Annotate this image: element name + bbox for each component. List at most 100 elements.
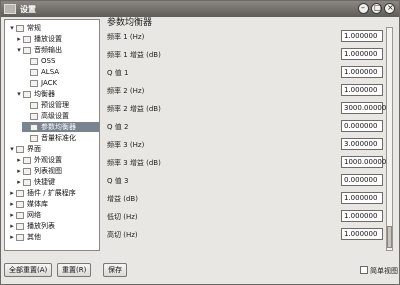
tree-item-label: JACK — [41, 79, 58, 87]
settings-category-icon — [23, 90, 31, 98]
tree-item-label: 列表视图 — [34, 167, 62, 175]
settings-category-icon — [16, 200, 24, 208]
value-input[interactable]: 1.000000 — [341, 84, 383, 96]
value-input[interactable]: 1000.000000 — [341, 156, 391, 168]
tree-item[interactable]: ▾ 音频输出 — [15, 45, 99, 55]
tree-item-label: 网络 — [27, 211, 41, 219]
tree-item-label: 播放设置 — [34, 35, 62, 43]
settings-category-icon — [30, 79, 38, 87]
tree-item[interactable]: ▸ 其他 — [8, 232, 99, 242]
value-input[interactable]: 1.000000 — [341, 66, 383, 78]
tree-item[interactable]: ▾ 均衡器 — [15, 89, 99, 99]
expand-closed-icon[interactable]: ▸ — [8, 232, 16, 242]
field-label: 高切 (Hz) — [107, 231, 138, 239]
value-input[interactable]: 1.000000 — [341, 30, 383, 42]
field-label: Q 值 3 — [107, 177, 129, 185]
expand-closed-icon[interactable]: ▸ — [15, 155, 23, 165]
tree-item[interactable]: ▸ 媒体库 — [8, 199, 99, 209]
tree-item[interactable]: ▸ 外观设置 — [15, 155, 99, 165]
window-title: 设置 — [20, 4, 36, 14]
reset-all-button[interactable]: 全部重置(A) — [4, 263, 53, 277]
save-button[interactable]: 保存 — [103, 263, 127, 277]
tree-item[interactable]: 高级设置 — [22, 111, 99, 121]
settings-category-icon — [23, 46, 31, 54]
settings-category-icon — [30, 57, 38, 65]
tree-item[interactable]: ▾ 常规 — [8, 23, 99, 33]
tree-item[interactable]: ▸ 快捷键 — [15, 177, 99, 187]
tree-item[interactable]: JACK — [22, 78, 99, 88]
tree-item-label: 高级设置 — [41, 112, 69, 120]
settings-category-icon — [30, 68, 38, 76]
value-input[interactable]: 0.000000 — [341, 174, 383, 186]
value-input[interactable]: 1.000000 — [341, 228, 383, 240]
field-label: 增益 (dB) — [107, 195, 138, 203]
expand-closed-icon[interactable]: ▸ — [15, 177, 23, 187]
tree-item-label: 插件 / 扩展程序 — [27, 189, 76, 197]
tree-item-label: 参数均衡器 — [41, 123, 76, 131]
tree-item-label: 界面 — [27, 145, 41, 153]
settings-category-icon — [30, 101, 38, 109]
expand-open-icon[interactable]: ▾ — [8, 144, 16, 154]
expand-open-icon[interactable]: ▾ — [8, 23, 16, 33]
settings-category-icon — [16, 211, 24, 219]
settings-category-icon — [16, 189, 24, 197]
tree-item[interactable]: ▸ 播放列表 — [8, 221, 99, 231]
settings-category-icon — [16, 24, 24, 32]
value-input[interactable]: 0.000000 — [341, 120, 383, 132]
field-label: 频率 1 (Hz) — [107, 33, 145, 41]
tree-item[interactable]: ▸ 播放设置 — [15, 34, 99, 44]
expand-closed-icon[interactable]: ▸ — [8, 221, 16, 231]
tree-item-label: 常规 — [27, 24, 41, 32]
settings-category-icon — [30, 123, 38, 131]
bottom-bar: 全部重置(A) 重置(R) 保存 简单视图 — [1, 259, 399, 285]
tree-item[interactable]: 音量标准化 — [22, 133, 99, 143]
simple-view-checkbox[interactable] — [360, 266, 368, 274]
settings-category-icon — [23, 167, 31, 175]
settings-category-icon — [30, 134, 38, 142]
tree-item[interactable]: OSS — [22, 56, 99, 66]
tree-item-label: 播放列表 — [27, 222, 55, 230]
tree-item[interactable]: ▸ 插件 / 扩展程序 — [8, 188, 99, 198]
tree-item[interactable]: ▾ 界面 — [8, 144, 99, 154]
field-label: Q 值 1 — [107, 69, 129, 77]
value-input[interactable]: 1.000000 — [341, 192, 383, 204]
tree-item-label: ALSA — [41, 68, 60, 76]
value-input[interactable]: 3.000000 — [341, 138, 383, 150]
value-input[interactable]: 1.000000 — [341, 210, 383, 222]
app-icon — [4, 4, 16, 14]
reset-button[interactable]: 重置(R) — [57, 263, 92, 277]
panel-scrollbar[interactable] — [386, 27, 393, 251]
settings-panel: 参数均衡器 频率 1 (Hz) 1.000000 频率 1 增益 (dB) 1.000… — [105, 12, 393, 251]
expand-open-icon[interactable]: ▾ — [15, 45, 23, 55]
tree-item-label: 均衡器 — [34, 90, 55, 98]
field-label: 频率 2 (Hz) — [107, 87, 145, 95]
expand-open-icon[interactable]: ▾ — [15, 89, 23, 99]
value-input[interactable]: 1.000000 — [341, 48, 383, 60]
expand-closed-icon[interactable]: ▸ — [8, 210, 16, 220]
tree-item[interactable]: ▸ 列表视图 — [15, 166, 99, 176]
expand-closed-icon[interactable]: ▸ — [15, 34, 23, 44]
settings-window: 设置 – □ × ▾ 常规 ▸ 播放设置 ▾ 音频输出 OSS ALSA JACK ▾ 均衡器 预设管… — [0, 0, 400, 285]
simple-view-label: 简单视图 — [370, 267, 398, 275]
expand-closed-icon[interactable]: ▸ — [8, 188, 16, 198]
tree-item[interactable]: ▸ 网络 — [8, 210, 99, 220]
field-label: 频率 3 (Hz) — [107, 141, 145, 149]
settings-category-icon — [16, 233, 24, 241]
tree-item[interactable]: ALSA — [22, 67, 99, 77]
settings-category-icon — [30, 112, 38, 120]
expand-closed-icon[interactable]: ▸ — [15, 166, 23, 176]
settings-category-icon — [23, 178, 31, 186]
settings-category-icon — [16, 145, 24, 153]
settings-category-icon — [23, 35, 31, 43]
settings-category-icon — [23, 156, 31, 164]
field-label: 频率 2 增益 (dB) — [107, 105, 161, 113]
value-input[interactable]: 3000.000000 — [341, 102, 391, 114]
tree-item-label: 音频输出 — [34, 46, 62, 54]
tree-item-label: 外观设置 — [34, 156, 62, 164]
tree-item[interactable]: 参数均衡器 — [22, 122, 99, 132]
expand-closed-icon[interactable]: ▸ — [8, 199, 16, 209]
field-label: Q 值 2 — [107, 123, 129, 131]
scrollbar-thumb[interactable] — [387, 226, 392, 248]
tree-item-label: 预设管理 — [41, 101, 69, 109]
tree-item[interactable]: 预设管理 — [22, 100, 99, 110]
